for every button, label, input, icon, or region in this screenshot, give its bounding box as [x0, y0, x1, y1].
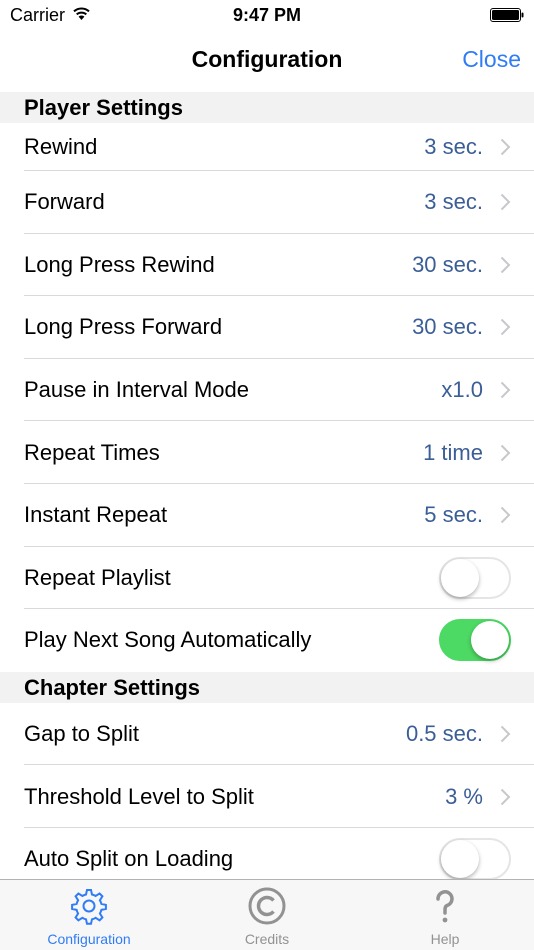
- row-value: 1 time: [423, 439, 483, 465]
- chevron-right-icon: [500, 507, 511, 524]
- tab-bar: Configuration Credits Help: [0, 879, 534, 950]
- chevron-right-icon: [500, 138, 511, 156]
- copyright-icon: [248, 887, 286, 925]
- row-value: 5 sec.: [424, 502, 483, 528]
- row-instant-repeat[interactable]: Instant Repeat 5 sec.: [0, 484, 534, 547]
- section-header-player-settings: Player Settings: [0, 92, 534, 123]
- battery-icon: [490, 8, 524, 22]
- row-long-press-forward[interactable]: Long Press Forward 30 sec.: [0, 296, 534, 359]
- row-pause-interval-mode[interactable]: Pause in Interval Mode x1.0: [0, 359, 534, 422]
- row-rewind[interactable]: Rewind 3 sec.: [0, 123, 534, 171]
- row-label: Auto Split on Loading: [24, 846, 234, 872]
- chevron-right-icon: [500, 194, 511, 211]
- row-threshold-level[interactable]: Threshold Level to Split 3 %: [0, 765, 534, 828]
- row-repeat-playlist: Repeat Playlist: [0, 547, 534, 610]
- row-value: 3 sec.: [424, 189, 483, 215]
- row-label: Rewind: [24, 134, 98, 159]
- row-long-press-rewind[interactable]: Long Press Rewind 30 sec.: [0, 234, 534, 297]
- row-repeat-times[interactable]: Repeat Times 1 time: [0, 421, 534, 484]
- tab-configuration[interactable]: Configuration: [0, 880, 178, 950]
- chevron-right-icon: [500, 319, 511, 336]
- row-label: Forward: [24, 189, 105, 215]
- row-label: Long Press Forward: [24, 314, 223, 340]
- row-label: Gap to Split: [24, 721, 139, 747]
- row-label: Repeat Playlist: [24, 564, 171, 590]
- status-time: 9:47 PM: [232, 5, 302, 25]
- row-label: Instant Repeat: [24, 502, 168, 528]
- chevron-right-icon: [500, 256, 511, 274]
- chevron-right-icon: [500, 725, 511, 743]
- chevron-right-icon: [500, 788, 511, 805]
- row-value: 30 sec.: [412, 251, 483, 277]
- row-label: Long Press Rewind: [24, 251, 215, 277]
- tab-label: Help: [430, 931, 460, 947]
- auto-split-toggle[interactable]: [439, 838, 511, 881]
- toggle-knob: [441, 840, 479, 879]
- play-next-song-toggle[interactable]: [439, 619, 511, 662]
- row-value: 30 sec.: [412, 314, 483, 340]
- tab-label: Credits: [244, 931, 290, 947]
- row-forward[interactable]: Forward 3 sec.: [0, 171, 534, 234]
- page-title: Configuration: [191, 46, 343, 72]
- row-value: 3 sec.: [424, 134, 483, 159]
- row-gap-to-split[interactable]: Gap to Split 0.5 sec.: [0, 703, 534, 766]
- chevron-right-icon: [500, 381, 511, 399]
- section-header-chapter-settings: Chapter Settings: [0, 671, 534, 703]
- repeat-playlist-toggle[interactable]: [439, 556, 511, 599]
- tab-label: Configuration: [47, 931, 131, 947]
- chevron-right-icon: [500, 444, 511, 461]
- tab-credits[interactable]: Credits: [178, 880, 356, 950]
- navigation-bar: Configuration Close: [0, 30, 534, 93]
- row-value: x1.0: [441, 377, 483, 403]
- row-label: Threshold Level to Split: [24, 783, 254, 809]
- row-value: 0.5 sec.: [405, 721, 483, 747]
- settings-list: Player Settings Rewind 3 sec. Forward 3 …: [0, 92, 534, 891]
- toggle-knob: [471, 621, 509, 660]
- close-button[interactable]: Close: [462, 46, 521, 73]
- gear-icon: [71, 889, 107, 925]
- tab-help[interactable]: Help: [356, 880, 534, 950]
- row-label: Repeat Times: [24, 439, 160, 465]
- question-icon: [436, 890, 454, 923]
- status-bar: Carrier 9:47 PM: [0, 0, 534, 30]
- toggle-knob: [441, 558, 479, 597]
- row-label: Pause in Interval Mode: [24, 377, 250, 403]
- row-label: Play Next Song Automatically: [24, 627, 312, 653]
- row-value: 3 %: [445, 783, 483, 809]
- row-play-next-song: Play Next Song Automatically: [0, 609, 534, 672]
